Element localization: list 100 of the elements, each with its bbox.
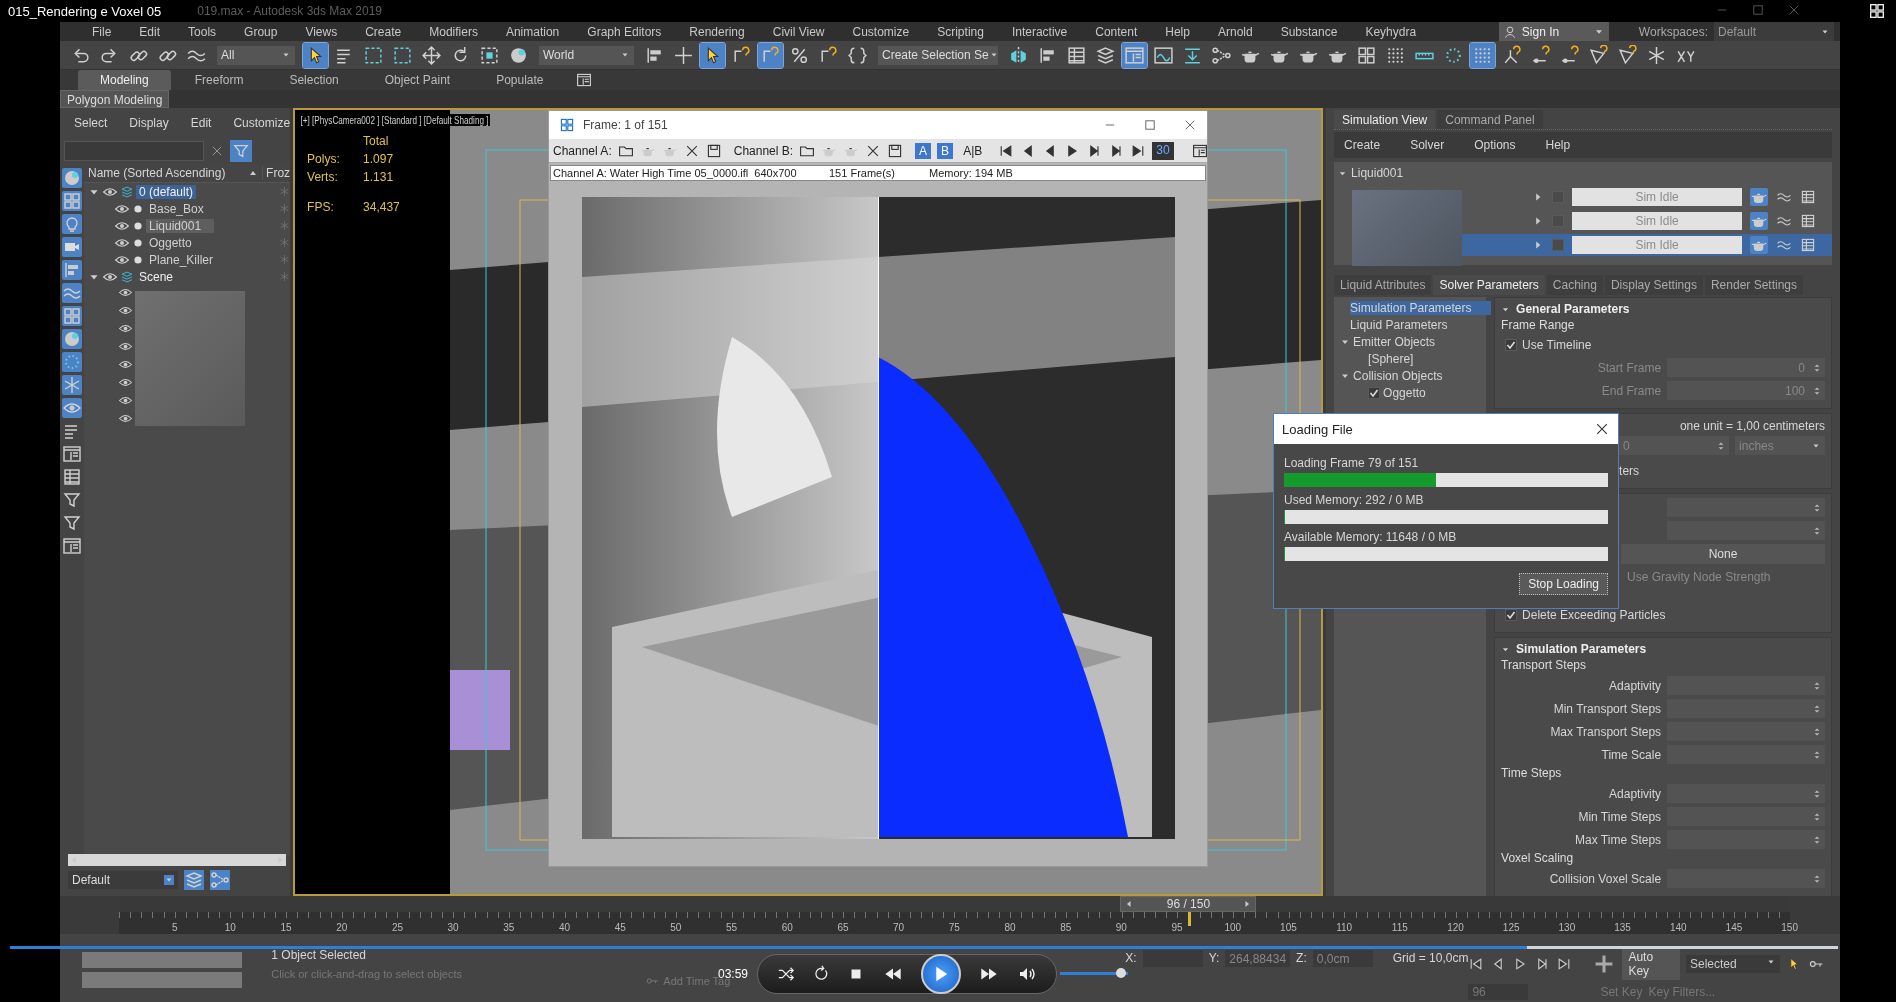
ribbon-panel[interactable]: Polygon Modeling — [60, 90, 170, 108]
number-field[interactable] — [1667, 830, 1825, 849]
filter-icon[interactable] — [230, 140, 252, 162]
menu-item[interactable]: Arnold — [1203, 24, 1267, 39]
tree-item[interactable]: Scene — [136, 269, 177, 284]
menu-item[interactable]: Modifiers — [415, 24, 492, 39]
coordinate-field[interactable]: 264,88434 — [1225, 949, 1291, 967]
window-icon[interactable] — [1191, 142, 1208, 159]
menu-item[interactable]: Graph Editors — [573, 24, 676, 39]
dotted-circle-icon[interactable] — [62, 352, 82, 372]
number-field[interactable] — [1667, 521, 1825, 540]
menu-item[interactable]: Select — [74, 116, 108, 138]
menu-item[interactable]: Customize — [838, 24, 924, 39]
listener-field[interactable] — [82, 972, 242, 988]
funnel-icon[interactable] — [62, 513, 82, 533]
tree-item[interactable]: Liquid001 — [1351, 166, 1404, 180]
teapot-icon[interactable] — [1750, 212, 1769, 230]
menu-item[interactable]: Content — [1081, 24, 1152, 39]
number-field[interactable] — [1667, 699, 1825, 718]
window-icon[interactable] — [62, 536, 82, 556]
ribbon-tab[interactable]: Populate — [474, 70, 566, 90]
number-field[interactable] — [1667, 676, 1825, 695]
volume-thumb[interactable] — [1116, 968, 1127, 978]
auto-key-button[interactable]: Auto Key — [1622, 948, 1680, 980]
checkbox[interactable] — [1552, 239, 1565, 251]
toolbar-dropdown[interactable]: Create Selection Se — [878, 45, 998, 65]
play-button[interactable] — [921, 954, 962, 994]
snowflake-icon[interactable] — [62, 375, 82, 395]
toolbar-dropdown[interactable]: World — [539, 45, 634, 65]
nav-item[interactable]: Simulation Parameters — [1350, 300, 1492, 315]
nav-item[interactable]: Collision Objects — [1353, 368, 1443, 383]
four-squares-icon[interactable] — [62, 306, 82, 326]
number-field[interactable] — [1667, 784, 1825, 803]
teapot-icon[interactable] — [1750, 236, 1769, 254]
number-field[interactable] — [1667, 498, 1825, 517]
funnel-icon[interactable] — [62, 490, 82, 510]
seek-bar[interactable] — [10, 946, 1838, 949]
number-field[interactable] — [1667, 807, 1825, 826]
toolbar-dropdown[interactable]: All — [217, 45, 295, 65]
parameter-tab[interactable]: Solver Parameters — [1433, 275, 1545, 295]
lightbulb-icon[interactable] — [62, 214, 82, 234]
dot-grid-icon[interactable] — [1470, 42, 1495, 68]
menu-item[interactable]: Help — [1151, 24, 1204, 39]
tree-item[interactable]: Liquid001 — [146, 218, 214, 233]
menu-item[interactable]: Civil View — [758, 24, 839, 39]
menu-item[interactable]: Edit — [125, 24, 175, 39]
menu-item[interactable]: Create — [351, 24, 416, 39]
maximize-icon[interactable] — [1143, 118, 1157, 132]
camera-icon[interactable] — [62, 237, 82, 257]
menu-item[interactable]: Create — [1344, 138, 1381, 152]
nav-item[interactable]: Liquid Parameters — [1350, 317, 1448, 332]
teapot-icon[interactable] — [1750, 188, 1769, 206]
cursor-icon[interactable] — [303, 42, 328, 68]
playlist-icon[interactable] — [1868, 2, 1886, 20]
menu-item[interactable]: Interactive — [997, 24, 1082, 39]
menu-item[interactable]: Views — [291, 24, 352, 39]
tree-item[interactable]: Plane_Killer — [146, 252, 217, 267]
tree-item[interactable]: 0 (default) — [136, 184, 197, 199]
viewport-label[interactable]: [+] [PhysCamera002 ] [Standard ] [Default Shading ] — [299, 114, 491, 126]
eye-icon[interactable] — [62, 398, 82, 418]
menu-item[interactable]: Options — [1474, 138, 1516, 152]
menu-item[interactable]: Customize — [233, 116, 291, 138]
number-field[interactable] — [1667, 869, 1825, 888]
checkbox[interactable] — [1368, 386, 1381, 399]
nav-item[interactable]: Emitter Objects — [1353, 334, 1436, 349]
close-icon[interactable] — [1183, 118, 1197, 132]
ribbon-tab[interactable]: Object Paint — [362, 70, 473, 90]
zoom-dropdown[interactable]: 30 — [1152, 141, 1174, 160]
table-icon[interactable] — [62, 467, 82, 487]
layer-dropdown[interactable]: Default — [68, 871, 178, 889]
ribbon-tab[interactable]: Selection — [267, 70, 361, 90]
panel-tab[interactable]: Command Panel — [1437, 110, 1543, 129]
sphere-icon[interactable] — [62, 168, 82, 188]
none-button[interactable]: None — [1621, 544, 1825, 564]
four-squares-icon[interactable] — [62, 191, 82, 211]
menu-item[interactable]: Keyhydra — [1351, 24, 1431, 39]
coordinate-field[interactable]: 0,0cm — [1312, 949, 1373, 967]
menu-item[interactable]: Solver — [1410, 138, 1445, 152]
menu-item[interactable]: Tools — [174, 24, 231, 39]
nav-item[interactable]: Oggetto — [1383, 385, 1426, 400]
align-icon[interactable] — [62, 260, 82, 280]
panel-tab[interactable]: Simulation View — [1334, 110, 1436, 129]
channel-toggle[interactable]: A|B — [959, 142, 987, 159]
workspaces-dropdown[interactable]: Default — [1714, 22, 1834, 42]
checkbox[interactable] — [1505, 339, 1518, 351]
time-slider[interactable]: 96 / 150 — [1120, 896, 1257, 912]
coordinate-field[interactable] — [1142, 949, 1203, 967]
tree-item[interactable]: Base_Box — [146, 201, 207, 216]
key-mode-dropdown[interactable]: Selected — [1686, 955, 1780, 973]
search-field[interactable] — [64, 141, 204, 161]
number-field[interactable] — [1667, 722, 1825, 741]
cursor-icon[interactable] — [700, 42, 725, 68]
menu-item[interactable]: Rendering — [675, 24, 759, 39]
window-icon[interactable] — [62, 444, 82, 464]
channel-toggle[interactable]: B — [937, 142, 954, 159]
ribbon-tab[interactable]: Modeling — [78, 70, 171, 90]
table-icon[interactable] — [1800, 189, 1817, 205]
close-icon[interactable] — [1594, 421, 1610, 437]
checkbox[interactable] — [1505, 609, 1518, 621]
horizontal-scrollbar[interactable] — [68, 854, 287, 866]
